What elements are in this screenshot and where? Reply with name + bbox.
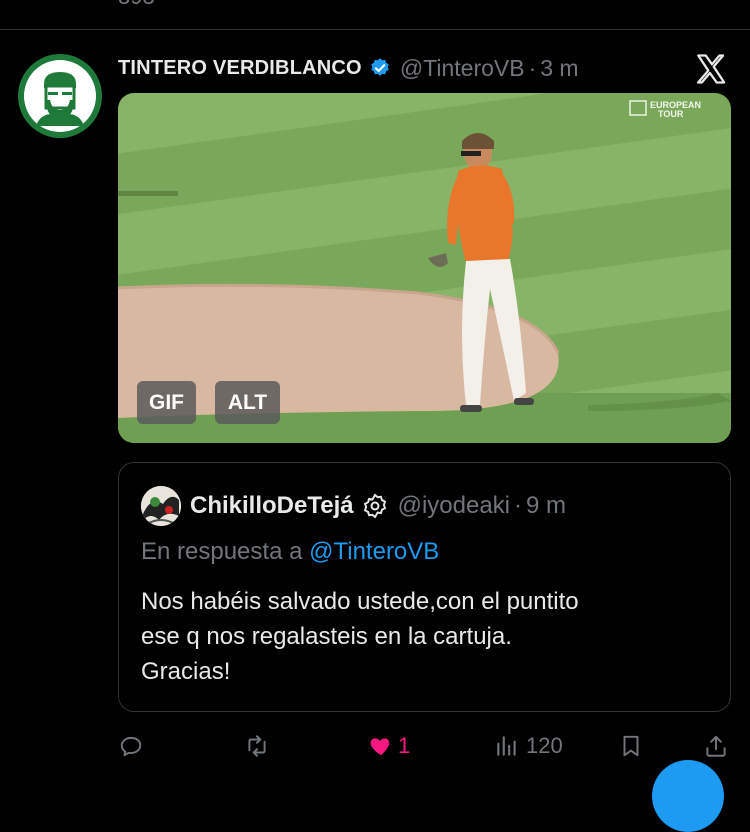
watermark-line-2: TOUR xyxy=(658,109,684,119)
author-handle[interactable]: @TinteroVB xyxy=(400,55,525,82)
quote-text-line: ese q nos regalasteis en la cartuja. xyxy=(141,623,512,650)
gif-badge[interactable]: GIF xyxy=(137,381,196,424)
tweet-media-gif[interactable]: EUROPEAN TOUR xyxy=(118,93,731,443)
views-count: 120 xyxy=(526,733,563,758)
retweet-button[interactable] xyxy=(244,728,270,764)
reply-icon xyxy=(120,736,142,757)
reply-button[interactable] xyxy=(118,728,144,764)
tweet-timestamp[interactable]: 3 m xyxy=(540,55,578,82)
reply-prefix: En respuesta a xyxy=(141,538,303,565)
tweet-action-bar: 1 120 xyxy=(0,728,750,764)
header-separator: · xyxy=(528,54,537,81)
share-button[interactable] xyxy=(703,728,729,764)
tweet-divider xyxy=(0,29,750,30)
like-count: 1 xyxy=(398,733,411,758)
quote-author-handle[interactable]: @iyodeaki xyxy=(398,492,510,520)
author-avatar[interactable] xyxy=(18,54,102,138)
quote-header: ChikilloDeTejá @iyodeaki · 9 m xyxy=(190,488,566,524)
quote-text-line: Nos habéis salvado ustede,con el puntito xyxy=(141,588,579,615)
bearded-man-avatar-icon xyxy=(24,60,96,132)
quote-author-avatar[interactable] xyxy=(141,486,181,526)
previous-tweet-partial-count: 393 xyxy=(118,0,155,10)
quote-author-name[interactable]: ChikilloDeTejá xyxy=(190,492,354,520)
quote-text: Nos habéis salvado ustede,con el puntito… xyxy=(141,584,711,689)
bookmark-icon xyxy=(623,735,639,757)
golf-scene-image: EUROPEAN TOUR xyxy=(118,93,731,443)
quote-reply-context: En respuesta a @TinteroVB xyxy=(141,538,439,566)
bookmark-button[interactable] xyxy=(618,728,644,764)
tweet-header: TINTERO VERDIBLANCO @TinteroVB · 3 m xyxy=(118,52,579,84)
quote-timestamp[interactable]: 9 m xyxy=(526,492,566,520)
x-logo-icon[interactable] xyxy=(694,52,728,86)
quote-text-line: Gracias! xyxy=(141,658,231,685)
reply-to-handle-link[interactable]: @TinteroVB xyxy=(309,538,439,565)
verified-badge-icon[interactable] xyxy=(369,57,391,79)
like-button[interactable]: 1 xyxy=(368,728,410,764)
views-button[interactable]: 120 xyxy=(494,728,563,764)
heart-filled-icon xyxy=(370,738,390,756)
views-chart-icon xyxy=(497,736,516,756)
retweet-icon xyxy=(248,735,266,757)
graffiti-avatar-icon xyxy=(141,486,181,526)
quote-header-separator: · xyxy=(514,492,523,519)
alt-text-badge[interactable]: ALT xyxy=(215,381,280,424)
gear-badge-icon[interactable] xyxy=(362,493,388,519)
share-icon xyxy=(706,735,726,757)
author-name[interactable]: TINTERO VERDIBLANCO xyxy=(118,57,362,80)
